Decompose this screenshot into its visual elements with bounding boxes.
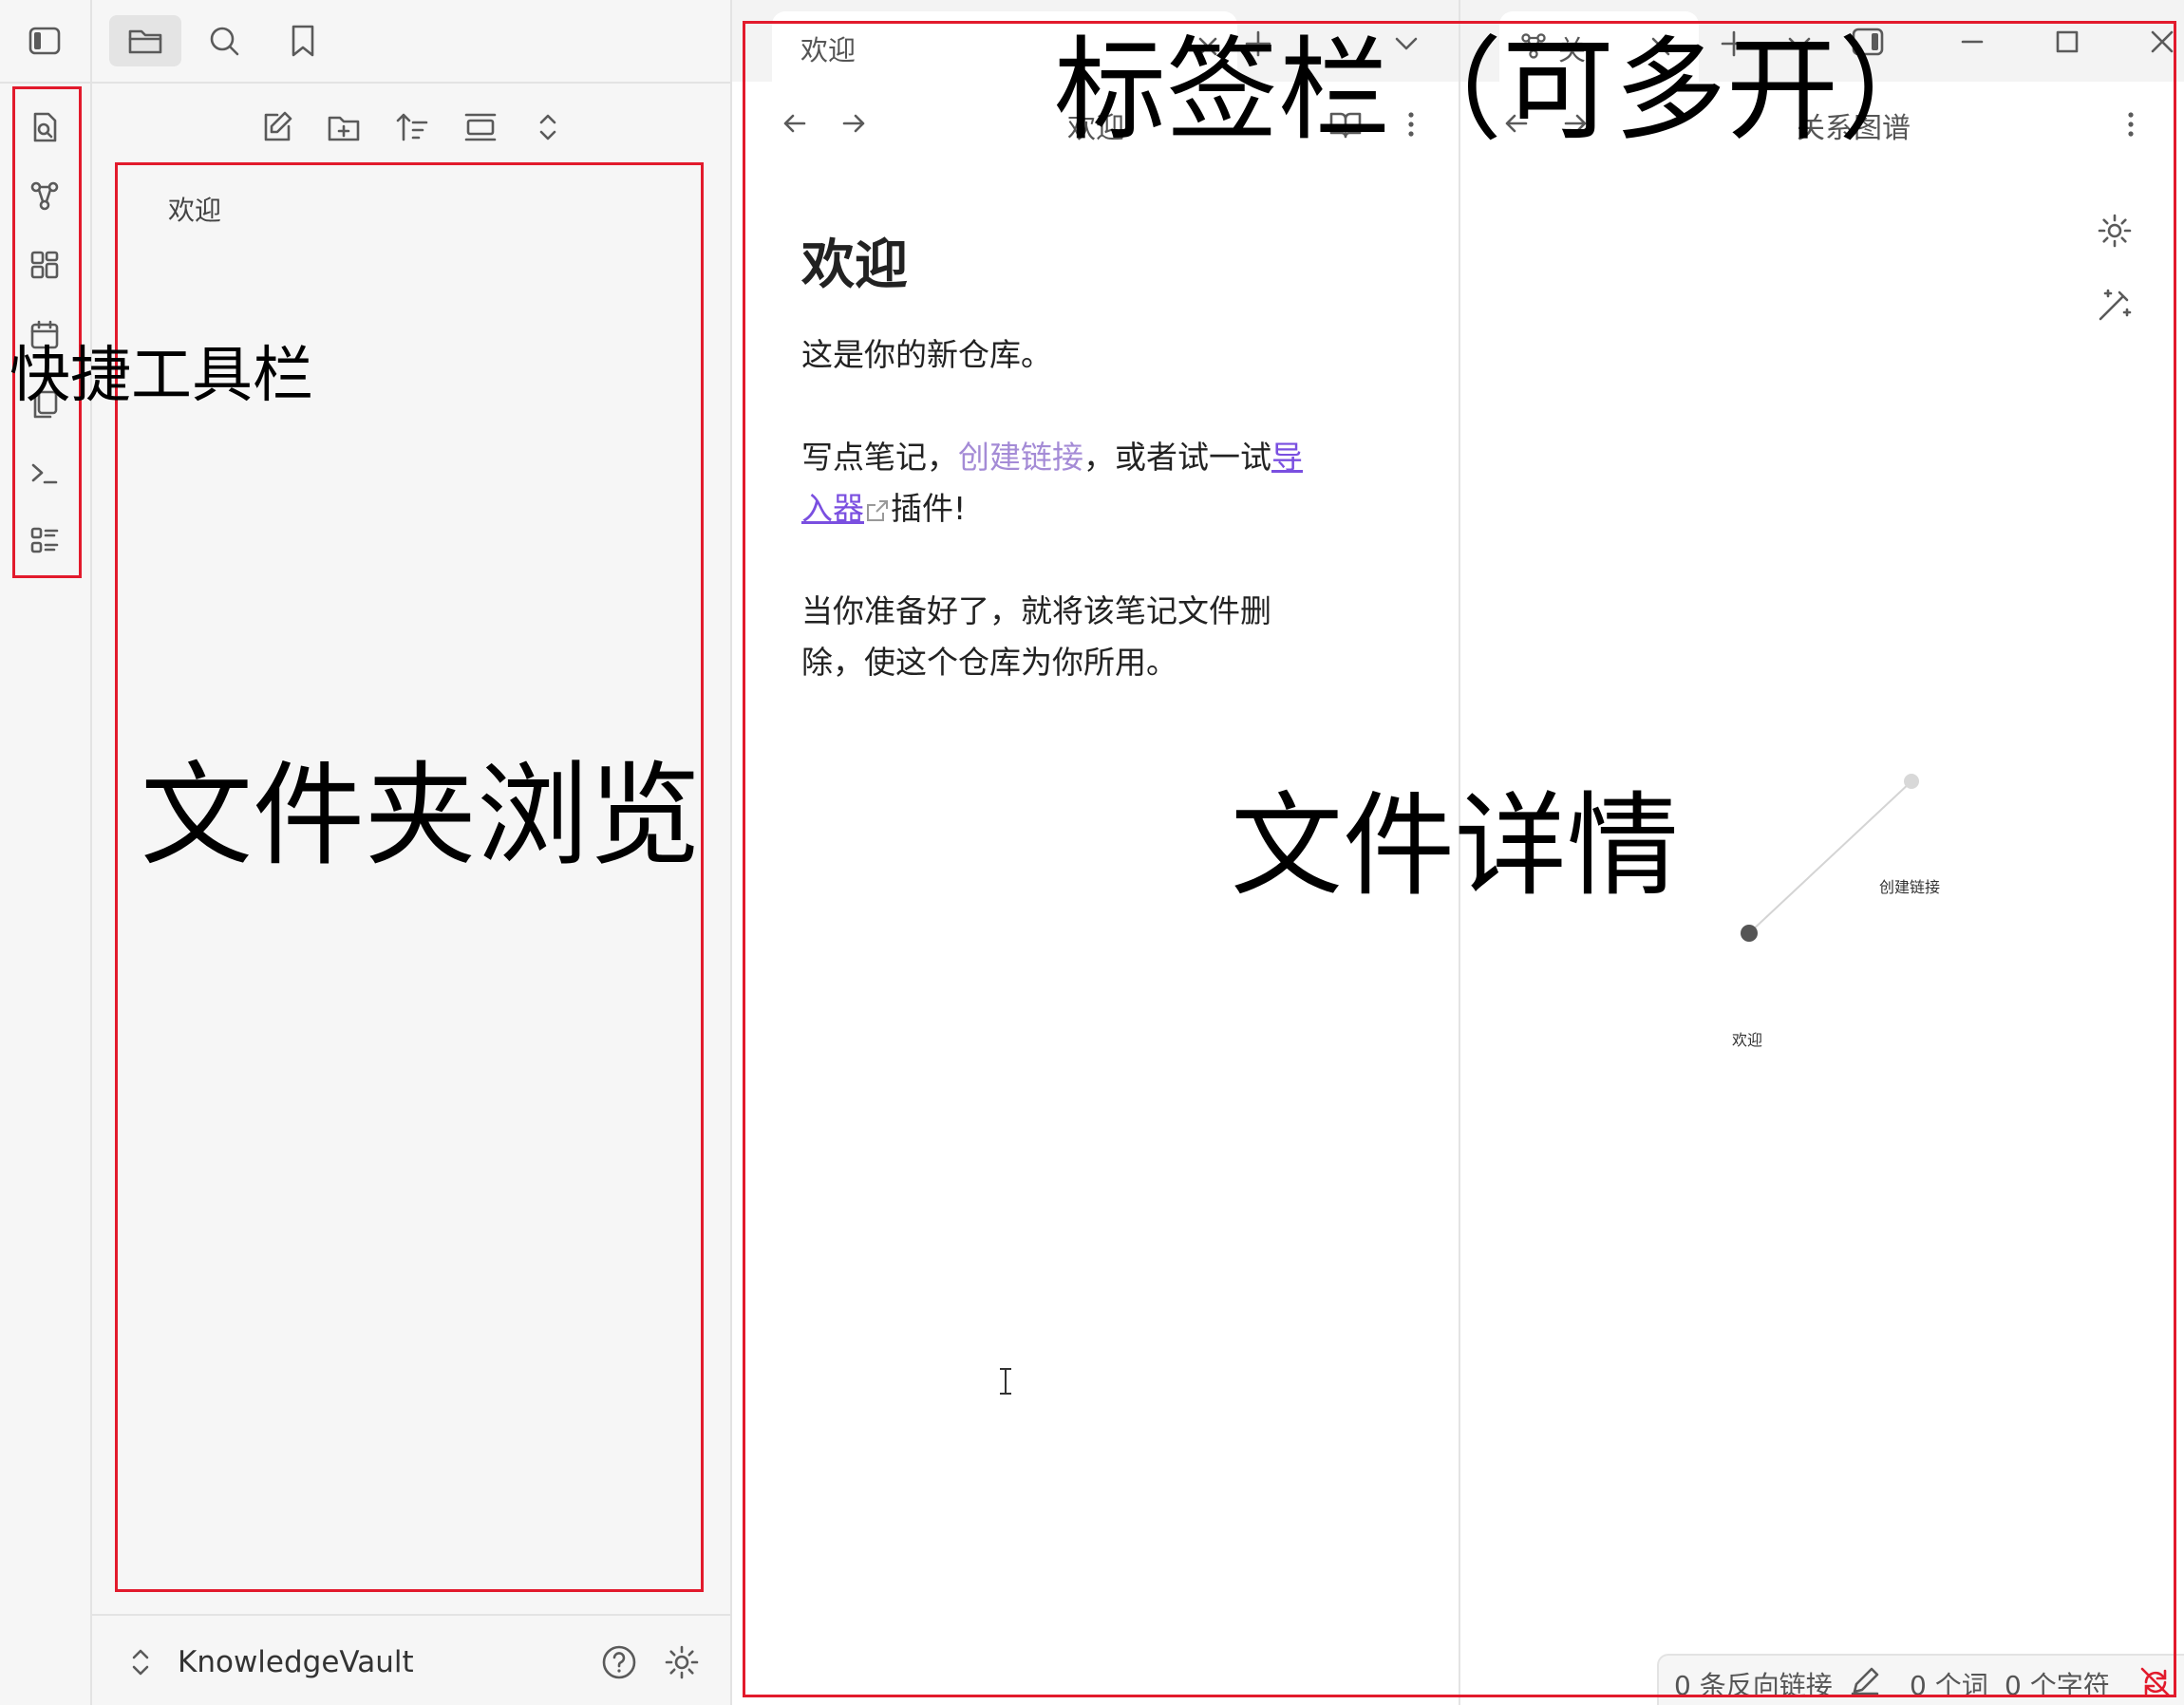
toggle-left-sidebar-button[interactable]	[22, 18, 67, 64]
annotation-label-ribbon: 快捷工具栏	[9, 341, 313, 411]
auto-reveal-icon	[464, 113, 497, 141]
vault-name[interactable]: KnowledgeVault	[178, 1645, 414, 1679]
collapse-all-button[interactable]	[525, 104, 571, 150]
tab-file-explorer[interactable]	[109, 15, 181, 66]
annotation-label-tabbar: 标签栏（可多开）	[1054, 25, 1951, 156]
new-note-button[interactable]	[254, 104, 299, 150]
layout-sidebar-left-icon	[28, 27, 61, 55]
sort-icon	[396, 113, 428, 141]
tab-search[interactable]	[188, 15, 260, 66]
sort-button[interactable]	[389, 104, 435, 150]
annotation-label-sidebar: 文件夹浏览	[141, 750, 702, 881]
annotation-box-ribbon	[12, 86, 82, 578]
help-button[interactable]	[599, 1642, 639, 1682]
new-folder-icon	[328, 116, 360, 141]
vault-switcher-button[interactable]	[128, 1645, 153, 1679]
annotation-label-detail: 文件详情	[1231, 780, 1680, 911]
bookmark-icon	[292, 25, 314, 57]
tab-bookmarks[interactable]	[267, 15, 339, 66]
gear-icon	[665, 1645, 699, 1679]
collapse-all-icon	[539, 114, 556, 141]
help-icon	[602, 1645, 636, 1679]
folder-icon	[128, 29, 162, 54]
auto-reveal-button[interactable]	[458, 104, 503, 150]
new-folder-button[interactable]	[321, 104, 367, 150]
chevron-up-down-icon	[132, 1649, 149, 1676]
new-note-icon	[264, 111, 292, 141]
search-icon	[210, 27, 239, 56]
settings-button[interactable]	[662, 1642, 702, 1682]
